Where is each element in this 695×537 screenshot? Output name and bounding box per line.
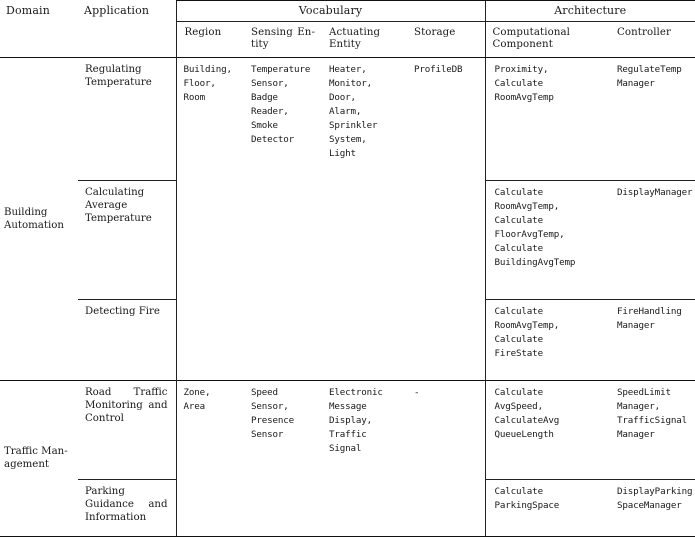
domain-application-architecture-table: Domain Application Vocabulary Architectu… — [0, 0, 695, 536]
cell-sensing-entity-r2 — [244, 180, 322, 299]
cell-domain-traffic-management: Traffic Man- agement — [4, 446, 68, 471]
header-computational-component: Computational Component — [484, 21, 611, 58]
cell-region-r2 — [175, 180, 244, 300]
cell-storage-r4: - — [414, 386, 420, 398]
header-group-vocabulary: Vocabulary — [175, 0, 486, 22]
table-header: Domain Application Vocabulary Architectu… — [0, 0, 695, 58]
cell-application-regulating-temperature: Regulating Temperature — [85, 63, 152, 88]
header-controller: Controller — [610, 21, 695, 58]
group-header-row: Domain Application Vocabulary Architectu… — [0, 0, 695, 22]
cell-controller-r5: DisplayParking SpaceManager — [617, 485, 693, 511]
cell-actuating-entity-r2 — [322, 180, 407, 299]
cell-storage-r1: ProfileDB — [414, 63, 463, 75]
cell-controller-r3: FireHandling Manager — [617, 305, 682, 331]
header-sensing-entity: Sensing En- tity — [244, 21, 322, 58]
cell-application-parking-guidance: Parking Guidance and Information — [78, 478, 176, 536]
cell-controller-r4-wrap: SpeedLimit Manager, TrafficSignal Manage… — [610, 380, 695, 479]
cell-region-r4: Zone, Area — [175, 380, 244, 480]
cell-sensing-entity-r3 — [244, 299, 322, 380]
cell-controller-r1: RegulateTemp Manager — [617, 63, 682, 89]
cell-region-r1: Building, Floor, Room — [175, 57, 244, 181]
table-body: Building Automation Regulating Temperatu… — [0, 57, 695, 536]
cell-actuating-entity-r5 — [322, 479, 407, 536]
header-spacer-domain — [0, 22, 78, 58]
cell-controller-r3-wrap: FireHandling Manager — [610, 298, 695, 381]
cell-actuating-entity-r3 — [322, 299, 407, 380]
cell-actuating-entity-r1: Heater, Monitor, Door, Alarm, Sprinkler … — [329, 63, 378, 159]
cell-computational-component-r1: Proximity, Calculate RoomAvgTemp — [484, 57, 611, 181]
cell-application-road-traffic-monitoring: Road Traffic Monitoring and Control — [85, 386, 168, 424]
cell-sensing-entity-r1: Temperature Sensor, Badge Reader, Smoke … — [251, 63, 311, 145]
header-group-architecture: Architecture — [484, 0, 695, 22]
cell-computational-component-r3: Calculate RoomAvgTemp, Calculate FireSta… — [484, 298, 611, 381]
cell-storage-r5 — [407, 479, 485, 536]
header-spacer-application — [78, 22, 176, 58]
table-row: Detecting Fire Calculate RoomAvgTemp, Ca… — [0, 298, 695, 381]
column-header-row: Region Sensing En- tity Actuating Entity… — [0, 21, 695, 58]
cell-sensing-entity-r4: Speed Sensor, Presence Sensor — [251, 386, 295, 440]
header-application: Application — [84, 3, 150, 17]
cell-controller-r4: SpeedLimit Manager, TrafficSignal Manage… — [617, 386, 687, 440]
cell-controller-r1-wrap: RegulateTemp Manager — [610, 57, 695, 180]
cell-sensing-entity-r5 — [244, 479, 322, 536]
cell-computational-component-r4: Calculate AvgSpeed, CalculateAvg QueueLe… — [484, 380, 611, 480]
cell-region-r3 — [175, 299, 244, 381]
header-domain: Domain — [6, 3, 50, 17]
table-row: Building Automation Regulating Temperatu… — [0, 57, 695, 231]
table-row: Calculating Average Temperature Calculat… — [0, 179, 695, 300]
table-root: Domain Application Vocabulary Architectu… — [0, 0, 695, 537]
cell-computational-component-r5: Calculate ParkingSpace — [484, 478, 611, 536]
header-actuating-entity: Actuating Entity — [322, 21, 407, 58]
header-storage: Storage — [407, 21, 486, 58]
header-region: Region — [175, 21, 244, 58]
cell-domain-building-automation: Building Automation — [4, 206, 64, 231]
cell-application-detecting-fire: Detecting Fire — [78, 298, 176, 381]
cell-controller-r5-wrap: DisplayParking SpaceManager — [610, 478, 695, 536]
table-row: Traffic Man- agement Road Traffic Monito… — [0, 380, 695, 480]
cell-actuating-entity-r4: Electronic Message Display, Traffic Sign… — [329, 386, 383, 454]
cell-controller-r2: DisplayManager — [617, 186, 693, 198]
cell-computational-component-r2: Calculate RoomAvgTemp, Calculate FloorAv… — [484, 179, 611, 300]
table-row: Parking Guidance and Information Calcula… — [0, 478, 695, 536]
cell-storage-r3 — [407, 299, 485, 380]
cell-region-r5 — [175, 479, 244, 536]
cell-storage-r2 — [407, 180, 485, 299]
cell-application-calculating-average-temperature: Calculating Average Temperature — [78, 179, 176, 300]
cell-controller-r2-wrap: DisplayManager — [610, 179, 695, 300]
